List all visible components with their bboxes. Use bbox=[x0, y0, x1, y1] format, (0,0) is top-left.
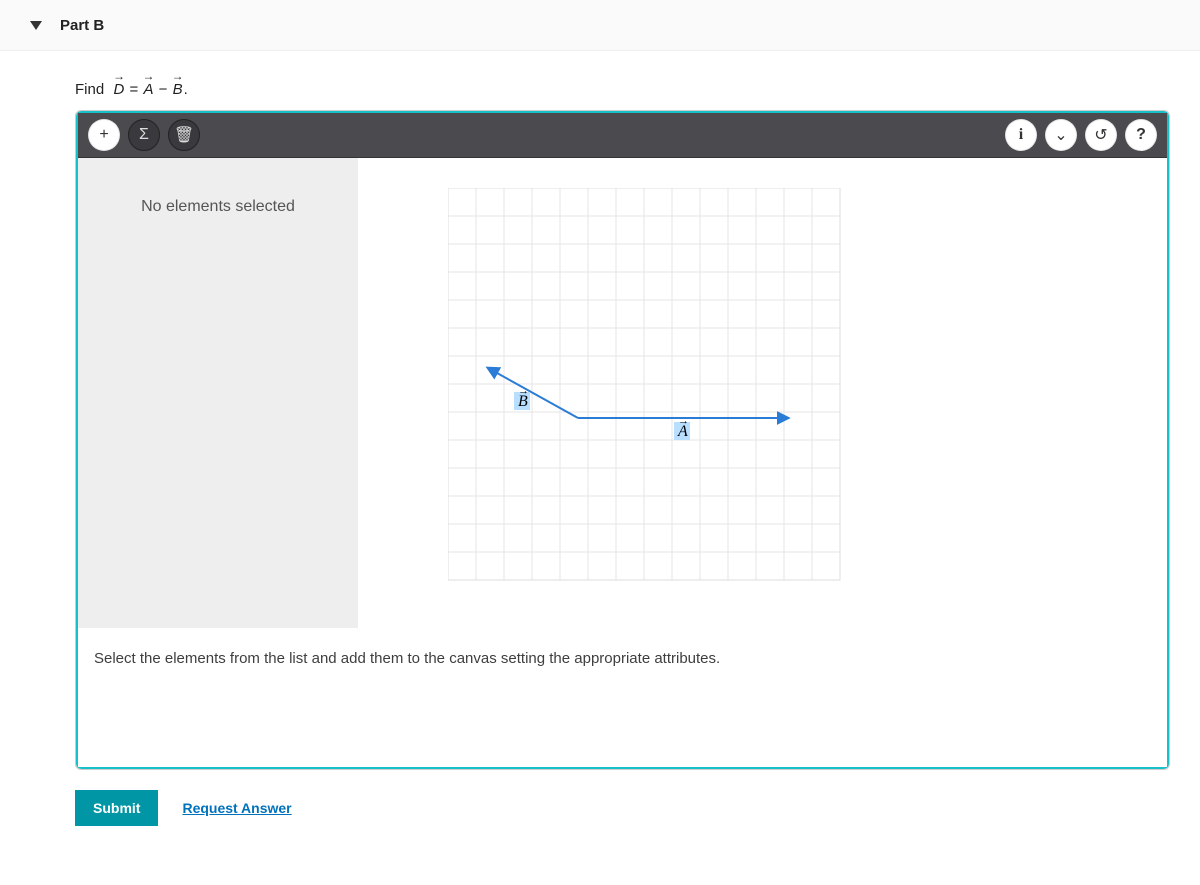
reset-button[interactable]: ↺ bbox=[1085, 119, 1117, 151]
plus-icon: + bbox=[99, 126, 108, 144]
vector-B: B bbox=[172, 81, 184, 98]
help-icon: ? bbox=[1136, 126, 1146, 144]
sum-button[interactable]: Σ bbox=[128, 119, 160, 151]
part-header[interactable]: Part B bbox=[0, 0, 1200, 51]
vector-A: A bbox=[142, 81, 154, 98]
vector-D: D bbox=[113, 81, 126, 98]
instruction-text: Select the elements from the list and ad… bbox=[78, 628, 1167, 767]
chevron-down-icon bbox=[30, 21, 42, 30]
drawing-canvas[interactable]: →B→A bbox=[358, 158, 1167, 628]
trash-icon: 🗑 bbox=[174, 125, 194, 145]
minus: − bbox=[159, 81, 172, 98]
equals: = bbox=[130, 81, 143, 98]
submit-button[interactable]: Submit bbox=[75, 790, 158, 826]
dropdown-button[interactable]: ⌄ bbox=[1045, 119, 1077, 151]
grid bbox=[448, 188, 840, 580]
answer-panel: + Σ 🗑 i ⌄ ↺ ? No elements selected bbox=[75, 110, 1170, 770]
prompt-find: Find bbox=[75, 81, 104, 98]
vector-label-B: B bbox=[518, 393, 528, 410]
action-row: Submit Request Answer bbox=[0, 770, 1200, 826]
workspace: No elements selected →B→A bbox=[78, 158, 1167, 628]
question-prompt: Find D = A − B. bbox=[0, 51, 1200, 110]
period: . bbox=[184, 81, 188, 98]
sigma-icon: Σ bbox=[139, 126, 149, 144]
vector-canvas-svg[interactable]: →B→A bbox=[448, 188, 868, 608]
part-title: Part B bbox=[60, 17, 104, 34]
add-element-button[interactable]: + bbox=[88, 119, 120, 151]
delete-button[interactable]: 🗑 bbox=[168, 119, 200, 151]
palette-empty-label: No elements selected bbox=[141, 198, 295, 216]
info-icon: i bbox=[1019, 126, 1023, 144]
element-palette[interactable]: No elements selected bbox=[78, 158, 358, 628]
vector-B[interactable] bbox=[488, 368, 578, 418]
editor-toolbar: + Σ 🗑 i ⌄ ↺ ? bbox=[78, 113, 1167, 158]
reset-icon: ↺ bbox=[1094, 125, 1107, 145]
vector-label-A: A bbox=[677, 423, 688, 440]
info-button[interactable]: i bbox=[1005, 119, 1037, 151]
request-answer-link[interactable]: Request Answer bbox=[182, 800, 291, 816]
help-button[interactable]: ? bbox=[1125, 119, 1157, 151]
chevron-down-icon: ⌄ bbox=[1054, 125, 1067, 145]
vectors-group[interactable]: →B→A bbox=[488, 368, 788, 440]
